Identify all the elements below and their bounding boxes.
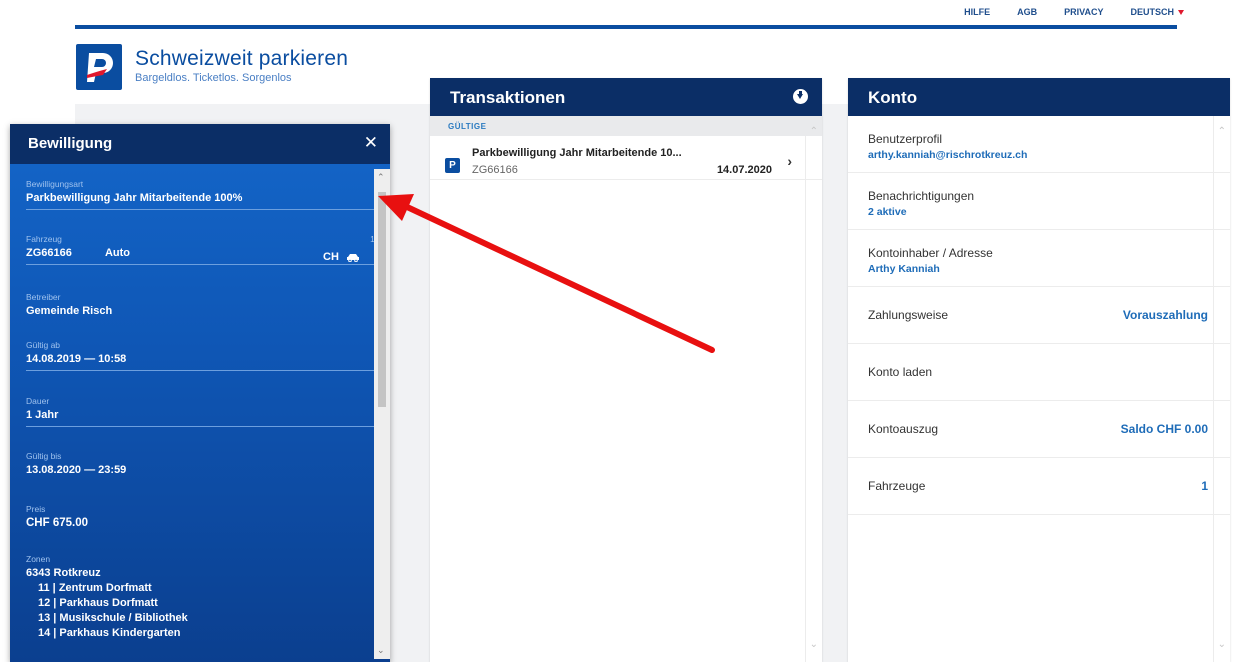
transactions-panel: Transaktionen GÜLTIGE P Parkbewilligung … — [430, 78, 822, 662]
parkingpay-logo[interactable] — [76, 44, 122, 90]
privacy-link[interactable]: PRIVACY — [1064, 7, 1103, 17]
transactions-header: Transaktionen — [430, 78, 822, 116]
account-row-owner[interactable]: Kontoinhaber / Adresse Arthy Kanniah — [848, 230, 1230, 287]
logo-p-icon — [87, 53, 113, 82]
field-label: Preis — [26, 504, 46, 514]
vehicle-plate: ZG66166 — [26, 247, 72, 259]
field-value: Gemeinde Risch — [26, 305, 113, 317]
row-label: Konto laden — [868, 365, 933, 379]
field-label: Gültig bis — [26, 451, 62, 461]
top-divider — [75, 25, 1177, 29]
field-value: CHF 675.00 — [26, 517, 89, 529]
permit-panel: Bewilligung ✕ Bewilligungsart Parkbewill… — [10, 124, 390, 662]
account-row-vehicles[interactable]: Fahrzeuge 1 — [848, 458, 1230, 515]
scroll-up-icon[interactable]: ⌃ — [1218, 126, 1226, 137]
valid-from-field[interactable]: Gültig ab 14.08.2019 — 10:58 › — [26, 340, 382, 371]
row-value: 1 — [1201, 479, 1208, 493]
account-row-payment[interactable]: Zahlungsweise Vorauszahlung — [848, 287, 1230, 344]
brand-title: Schweizweit parkieren — [135, 47, 349, 70]
transaction-date: 14.07.2020 — [716, 164, 772, 176]
vehicle-type: Auto — [104, 247, 130, 259]
zone-item: 14 | Parkhaus Kindergarten — [38, 627, 181, 639]
row-value: Vorauszahlung — [1122, 308, 1208, 322]
price-field: Preis CHF 675.00 — [26, 504, 382, 529]
chevron-right-icon: › — [787, 153, 792, 169]
field-value: Parkbewilligung Jahr Mitarbeitende 100% — [26, 192, 243, 204]
zone-item: 13 | Musikschule / Bibliothek — [38, 612, 188, 624]
scroll-down-icon[interactable]: ⌄ — [377, 645, 385, 656]
brand-subtitle: Bargeldlos. Ticketlos. Sorgenlos — [135, 72, 292, 84]
account-panel: Konto Benutzerprofil arthy.kanniah@risch… — [848, 78, 1230, 662]
field-label: Dauer — [26, 396, 50, 406]
transaction-plate: ZG66166 — [472, 164, 518, 176]
row-label: Benutzerprofil — [868, 132, 943, 146]
account-row-notifications[interactable]: Benachrichtigungen 2 aktive — [848, 173, 1230, 230]
row-sub: Arthy Kanniah — [868, 263, 940, 275]
scroll-down-icon[interactable]: ⌄ — [1218, 639, 1226, 650]
scrollbar-track[interactable] — [805, 136, 806, 662]
vehicle-country: CH — [323, 251, 360, 263]
field-label: Fahrzeug — [26, 234, 62, 244]
parking-icon: P — [445, 158, 460, 173]
scroll-up-icon[interactable]: ⌃ — [377, 172, 385, 183]
row-label: Zahlungsweise — [868, 308, 949, 322]
car-icon — [347, 253, 359, 262]
language-selector[interactable]: DEUTSCH — [1130, 7, 1184, 17]
permit-header: Bewilligung ✕ — [10, 124, 390, 164]
close-icon[interactable]: ✕ — [364, 133, 378, 153]
transaction-row[interactable]: P Parkbewilligung Jahr Mitarbeitende 10.… — [430, 136, 822, 180]
permit-scrollbar[interactable]: ⌃ ⌄ — [374, 169, 390, 659]
zone-group: 6343 Rotkreuz — [26, 567, 101, 579]
scroll-up-icon[interactable]: ⌃ — [810, 126, 818, 137]
row-label: Benachrichtigungen — [868, 189, 975, 203]
account-title: Konto — [868, 88, 918, 107]
valid-until-field: Gültig bis 13.08.2020 — 23:59 — [26, 451, 382, 476]
zones-list: Zonen 6343 Rotkreuz 11 | Zentrum Dorfmat… — [26, 554, 188, 639]
field-value: 13.08.2020 — 23:59 — [26, 464, 127, 476]
language-label: DEUTSCH — [1130, 7, 1174, 17]
vehicle-field[interactable]: Fahrzeug 1/2 ZG66166 Auto CH › — [26, 234, 382, 265]
permit-title: Bewilligung — [28, 135, 113, 152]
account-row-statement[interactable]: Kontoauszug Saldo CHF 0.00 — [848, 401, 1230, 458]
caret-down-icon — [1178, 10, 1184, 16]
account-header: Konto — [848, 78, 1230, 116]
transaction-title: Parkbewilligung Jahr Mitarbeitende 10... — [472, 147, 682, 159]
field-label: Zonen — [26, 554, 51, 564]
vehicle-country-code: CH — [323, 251, 339, 263]
account-row-topup[interactable]: Konto laden — [848, 344, 1230, 401]
transactions-title: Transaktionen — [450, 88, 566, 107]
zone-item: 12 | Parkhaus Dorfmatt — [38, 597, 158, 609]
field-value: 1 Jahr — [26, 409, 59, 421]
operator-field: Betreiber Gemeinde Risch — [26, 292, 382, 317]
row-sub: 2 aktive — [868, 206, 907, 218]
zone-item: 11 | Zentrum Dorfmatt — [38, 582, 152, 594]
field-value: 14.08.2019 — 10:58 — [26, 353, 127, 365]
duration-field[interactable]: Dauer 1 Jahr — [26, 396, 382, 427]
top-nav: HILFE AGB PRIVACY DEUTSCH — [964, 7, 1184, 17]
page: HILFE AGB PRIVACY DEUTSCH Schweizweit pa… — [0, 0, 1252, 662]
scroll-down-icon[interactable]: ⌄ — [810, 639, 818, 650]
row-sub: arthy.kanniah@rischrotkreuz.ch — [868, 149, 1028, 161]
account-row-profile[interactable]: Benutzerprofil arthy.kanniah@rischrotkre… — [848, 116, 1230, 173]
row-value: Saldo CHF 0.00 — [1120, 422, 1208, 436]
help-link[interactable]: HILFE — [964, 7, 990, 17]
agb-link[interactable]: AGB — [1017, 7, 1037, 17]
download-icon[interactable] — [793, 89, 808, 104]
permit-type-field[interactable]: Bewilligungsart Parkbewilligung Jahr Mit… — [26, 179, 382, 210]
row-label: Kontoauszug — [868, 422, 939, 436]
scrollbar-thumb[interactable] — [378, 192, 386, 407]
row-label: Kontoinhaber / Adresse — [868, 246, 993, 260]
field-label: Betreiber — [26, 292, 61, 302]
scrollbar-track[interactable] — [1213, 116, 1214, 662]
field-label: Bewilligungsart — [26, 179, 84, 189]
section-valid-label: GÜLTIGE — [430, 116, 822, 136]
row-label: Fahrzeuge — [868, 479, 926, 493]
field-label: Gültig ab — [26, 340, 61, 350]
